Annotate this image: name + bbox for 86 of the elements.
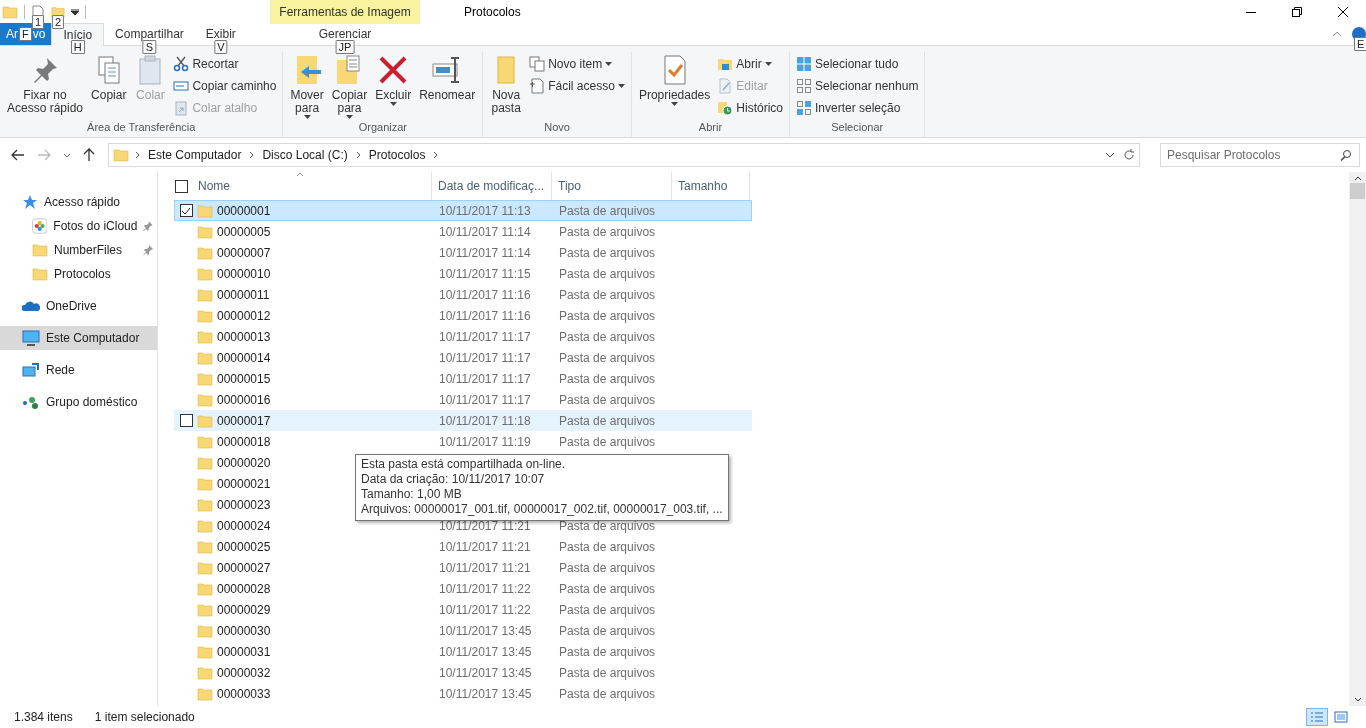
modified-date: 10/11/2017 11:21	[439, 518, 531, 533]
keytip: E	[1354, 37, 1366, 51]
file-name: 00000012	[217, 308, 271, 323]
file-type: Pasta de arquivos	[559, 308, 656, 323]
file-type: Pasta de arquivos	[559, 266, 656, 281]
file-name: 00000005	[217, 224, 271, 239]
group-label: Abrir	[697, 120, 724, 135]
modified-date: 10/11/2017 11:18	[439, 413, 531, 428]
group-label: Selecionar	[830, 120, 885, 135]
tooltip-line: Esta pasta está compartilhada on-line.	[361, 457, 567, 472]
file-name: 00000018	[217, 434, 271, 449]
modified-date: 10/11/2017 11:19	[439, 434, 531, 449]
file-type: Pasta de arquivos	[559, 602, 656, 617]
file-name: 00000029	[217, 602, 271, 617]
group-label: Área de Transferência	[86, 120, 197, 135]
group-label: Novo	[543, 120, 571, 135]
file-name: 00000015	[217, 371, 271, 386]
tooltip-line: Data da criação: 10/11/2017 10:07	[361, 472, 546, 487]
file-type: Pasta de arquivos	[559, 518, 656, 533]
modified-date: 10/11/2017 11:15	[439, 266, 531, 281]
file-name: 00000020	[217, 455, 271, 470]
file-type: Pasta de arquivos	[559, 581, 656, 596]
modified-date: 10/11/2017 11:16	[439, 308, 531, 323]
modified-date: 10/11/2017 11:14	[439, 224, 531, 239]
modified-date: 10/11/2017 11:17	[439, 392, 531, 407]
file-name: 00000017	[217, 413, 271, 428]
file-type: Pasta de arquivos	[559, 392, 656, 407]
file-name: 00000025	[217, 539, 271, 554]
file-type: Pasta de arquivos	[559, 686, 656, 701]
file-type: Pasta de arquivos	[559, 413, 656, 428]
file-name: 00000031	[217, 644, 271, 659]
modified-date: 10/11/2017 13:45	[439, 644, 532, 659]
file-type: Pasta de arquivos	[559, 434, 656, 449]
tooltip-line: Arquivos: 00000017_001.tif, 00000017_002.tif, 00000017_003.tif, ...	[361, 502, 723, 517]
file-type: Pasta de arquivos	[559, 560, 656, 575]
file-type: Pasta de arquivos	[559, 644, 656, 659]
file-type: Pasta de arquivos	[559, 371, 656, 386]
modified-date: 10/11/2017 13:45	[439, 623, 532, 638]
tooltip-line: Tamanho: 1,00 MB	[361, 487, 463, 502]
file-type: Pasta de arquivos	[559, 245, 656, 260]
keytip: S	[142, 40, 157, 54]
modified-date: 10/11/2017 13:45	[439, 665, 532, 680]
modified-date: 10/11/2017 11:16	[439, 287, 531, 302]
file-name: 00000032	[217, 665, 271, 680]
file-name: 00000007	[217, 245, 271, 260]
file-name: 00000010	[217, 266, 271, 281]
modified-date: 10/11/2017 11:21	[439, 539, 531, 554]
file-name: 00000001	[217, 203, 271, 218]
file-type: Pasta de arquivos	[559, 224, 656, 239]
modified-date: 10/11/2017 11:21	[439, 560, 531, 575]
keytip: V	[214, 40, 228, 54]
group-label: Organizar	[357, 120, 408, 135]
context-tab-header: Ferramentas de Imagem	[270, 0, 420, 24]
file-name: 00000023	[217, 497, 271, 512]
file-type: Pasta de arquivos	[559, 287, 656, 302]
keytip: F	[19, 27, 32, 41]
modified-date: 10/11/2017 11:17	[439, 350, 531, 365]
file-type: Pasta de arquivos	[559, 539, 656, 554]
file-name: 00000021	[217, 476, 271, 491]
modified-date: 10/11/2017 13:45	[439, 686, 532, 701]
file-name: 00000028	[217, 581, 271, 596]
modified-date: 10/11/2017 11:13	[439, 203, 531, 218]
keytip: JP	[335, 40, 355, 54]
file-name: 00000016	[217, 392, 271, 407]
file-type: Pasta de arquivos	[559, 203, 656, 218]
file-type: Pasta de arquivos	[559, 623, 656, 638]
file-name: 00000014	[217, 350, 271, 365]
modified-date: 10/11/2017 11:22	[439, 581, 531, 596]
window-title: Protocolos	[464, 4, 521, 19]
file-name: 00000011	[217, 287, 270, 302]
file-name: 00000030	[217, 623, 271, 638]
file-type: Pasta de arquivos	[559, 329, 656, 344]
file-name: 00000033	[217, 686, 271, 701]
selection-count: 1 item selecionado	[94, 710, 195, 724]
file-type: Pasta de arquivos	[559, 350, 656, 365]
keytip: 2	[51, 15, 65, 29]
item-count: 1.384 itens	[14, 710, 73, 724]
file-name: 00000024	[217, 518, 271, 533]
file-type: Pasta de arquivos	[559, 665, 656, 680]
keytip: 1	[31, 15, 45, 29]
file-name: 00000027	[217, 560, 271, 575]
modified-date: 10/11/2017 11:22	[439, 602, 531, 617]
modified-date: 10/11/2017 11:17	[439, 329, 531, 344]
modified-date: 10/11/2017 11:14	[439, 245, 531, 260]
file-name: 00000013	[217, 329, 271, 344]
modified-date: 10/11/2017 11:17	[439, 371, 531, 386]
